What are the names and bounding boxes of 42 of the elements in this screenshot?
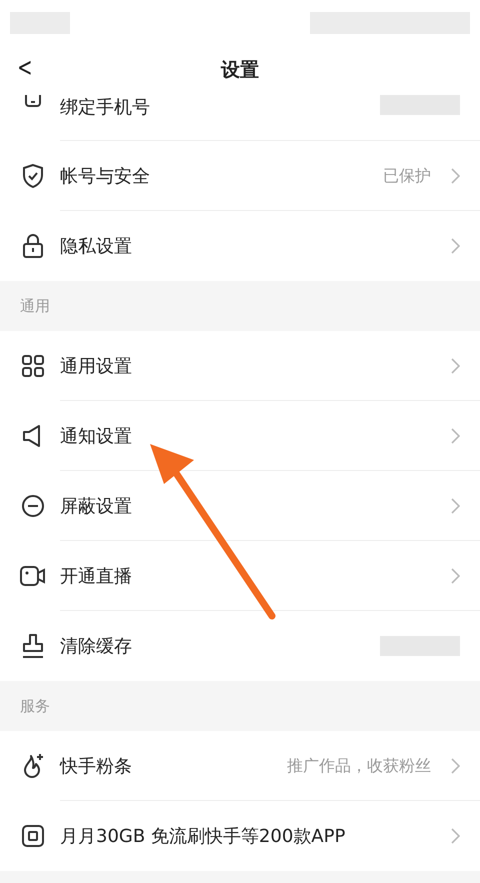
chevron-right-icon bbox=[451, 428, 460, 444]
setting-label: 清除缓存 bbox=[60, 635, 132, 658]
back-button[interactable]: < bbox=[14, 53, 36, 83]
chevron-right-icon bbox=[451, 168, 460, 184]
video-camera-icon bbox=[20, 565, 46, 587]
brush-icon bbox=[21, 633, 45, 659]
setting-label: 月月30GB 免流刷快手等200款APP bbox=[60, 825, 346, 848]
setting-label: 隐私设置 bbox=[60, 235, 132, 258]
settings-row[interactable]: 清除缓存 bbox=[0, 611, 480, 681]
settings-row[interactable]: 通知设置 bbox=[0, 401, 480, 471]
chevron-right-icon bbox=[451, 358, 460, 374]
settings-row[interactable]: 通用设置 bbox=[0, 331, 480, 401]
settings-row[interactable]: 月月30GB 免流刷快手等200款APP bbox=[0, 801, 480, 871]
grid-icon bbox=[21, 354, 45, 378]
settings-row[interactable]: 隐私设置 bbox=[0, 211, 480, 281]
minus-circle-icon bbox=[21, 494, 45, 518]
settings-row[interactable]: 快手粉条 推广作品，收获粉丝 bbox=[0, 731, 480, 801]
setting-label: 开通直播 bbox=[60, 565, 132, 588]
setting-label: 通用设置 bbox=[60, 355, 132, 378]
setting-label: 绑定手机号 bbox=[60, 96, 150, 119]
setting-label: 通知设置 bbox=[60, 425, 132, 448]
setting-label: 帐号与安全 bbox=[60, 165, 150, 188]
settings-row[interactable]: 屏蔽设置 bbox=[0, 471, 480, 541]
page-title: 设置 bbox=[221, 58, 259, 83]
settings-row[interactable]: 绑定手机号 bbox=[0, 95, 480, 141]
settings-row[interactable]: 开通直播 bbox=[0, 541, 480, 611]
phone-icon bbox=[23, 95, 43, 107]
shield-icon bbox=[21, 163, 45, 189]
chevron-right-icon bbox=[451, 828, 460, 844]
setting-label: 快手粉条 bbox=[60, 755, 132, 778]
setting-value: 推广作品，收获粉丝 bbox=[287, 756, 431, 776]
chevron-right-icon bbox=[451, 758, 460, 774]
lock-icon bbox=[21, 233, 45, 259]
chevron-right-icon bbox=[451, 568, 460, 584]
setting-label: 屏蔽设置 bbox=[60, 495, 132, 518]
chevron-right-icon bbox=[451, 238, 460, 254]
sim-card-icon bbox=[21, 824, 45, 848]
settings-row[interactable]: 帐号与安全 已保护 bbox=[0, 141, 480, 211]
section-title: 服务 bbox=[20, 696, 50, 716]
chevron-right-icon bbox=[451, 498, 460, 514]
section-title: 通用 bbox=[20, 296, 50, 316]
setting-value: 已保护 bbox=[383, 166, 431, 186]
